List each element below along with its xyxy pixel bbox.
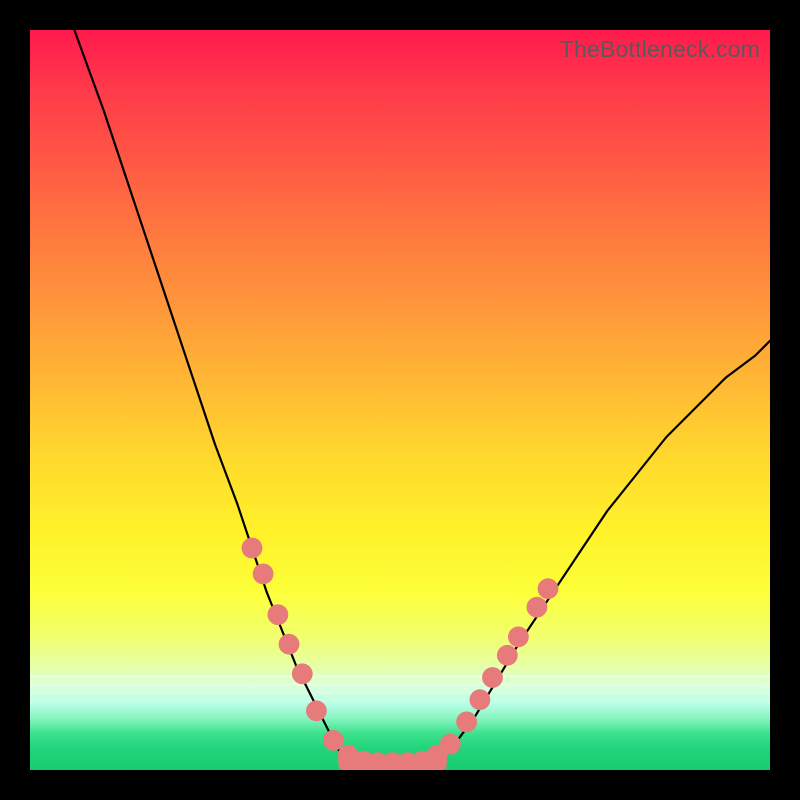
highlight-dot	[508, 626, 529, 647]
curve-layer	[30, 30, 770, 770]
highlight-dot	[538, 578, 559, 599]
chart-frame: TheBottleneck.com	[0, 0, 800, 800]
bottleneck-curve	[74, 30, 770, 768]
highlight-dot	[440, 734, 461, 755]
highlight-dot	[323, 730, 344, 751]
highlight-dot	[470, 689, 491, 710]
highlight-dot	[456, 712, 477, 733]
highlight-dot	[242, 538, 263, 559]
highlight-dot	[268, 604, 289, 625]
plot-area: TheBottleneck.com	[30, 30, 770, 770]
highlight-dot	[253, 564, 274, 585]
highlight-dot	[527, 597, 548, 618]
highlight-dot	[306, 700, 327, 721]
highlight-dot	[292, 663, 313, 684]
highlight-dot	[497, 645, 518, 666]
highlight-dot	[482, 667, 503, 688]
highlight-dot	[279, 634, 300, 655]
